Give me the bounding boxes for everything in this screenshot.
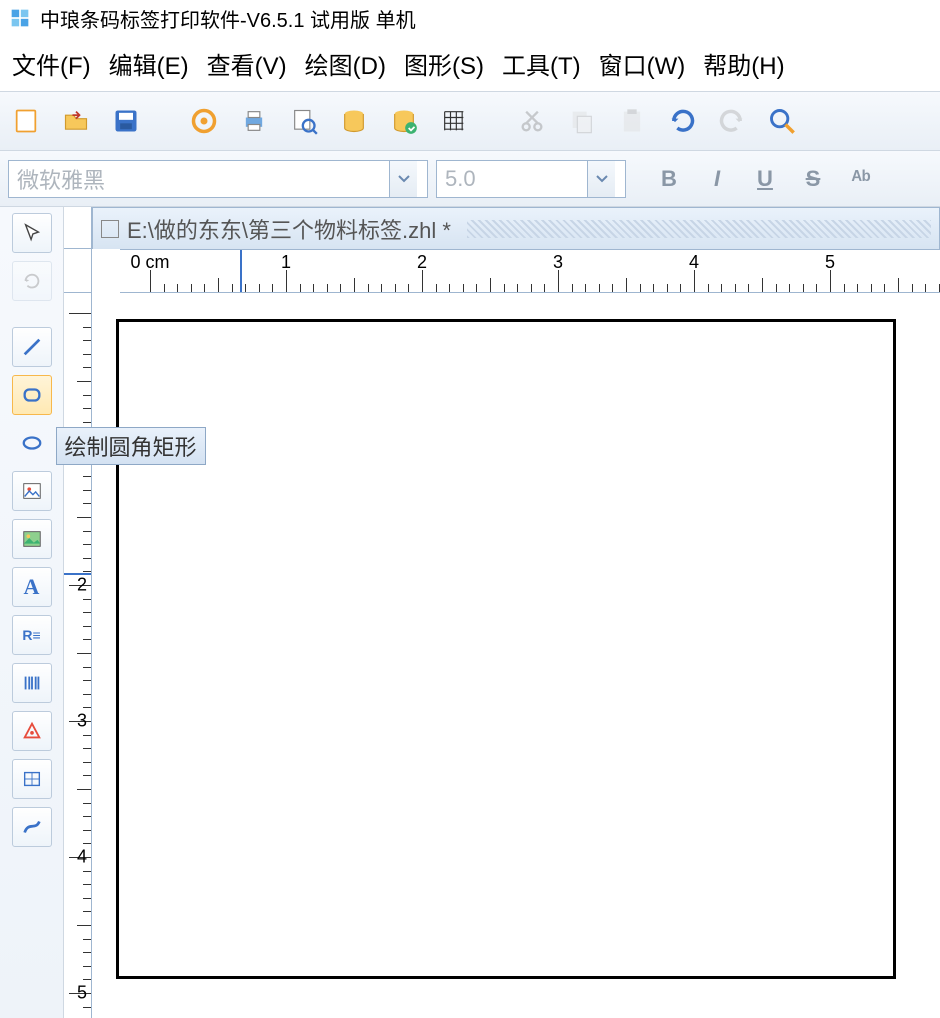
save-button[interactable] [108, 103, 144, 139]
menu-edit[interactable]: 编辑(E) [103, 44, 195, 83]
menu-shape[interactable]: 图形(S) [398, 44, 490, 83]
redo-button[interactable] [714, 103, 750, 139]
format-toolbar: B I U S ᴬᵇ [0, 151, 940, 207]
ellipse-tool[interactable]: 绘制圆角矩形 [12, 423, 52, 463]
menu-view[interactable]: 查看(V) [201, 44, 293, 83]
document-panel: E:\做的东东\第三个物料标签.zhl * 0 cm 12345 12345 [64, 207, 940, 1018]
bold-button[interactable]: B [654, 166, 684, 192]
curve-tool[interactable] [12, 807, 52, 847]
clear-format-button[interactable]: ᴬᵇ [846, 166, 876, 192]
menu-draw[interactable]: 绘图(D) [299, 44, 392, 83]
label-page[interactable] [116, 319, 896, 979]
font-name-input[interactable] [9, 164, 389, 194]
undo-button[interactable] [664, 103, 700, 139]
line-tool[interactable] [12, 327, 52, 367]
ruler-corner-row: E:\做的东东\第三个物料标签.zhl * [64, 207, 940, 249]
menu-bar: 文件(F) 编辑(E) 查看(V) 绘图(D) 图形(S) 工具(T) 窗口(W… [0, 36, 940, 91]
strike-button[interactable]: S [798, 166, 828, 192]
settings-button[interactable] [186, 103, 222, 139]
database-button[interactable] [336, 103, 372, 139]
document-tab[interactable]: E:\做的东东\第三个物料标签.zhl * [92, 207, 940, 249]
main-toolbar [0, 91, 940, 151]
picture-tool[interactable] [12, 519, 52, 559]
menu-file[interactable]: 文件(F) [6, 44, 97, 83]
underline-button[interactable]: U [750, 166, 780, 192]
richtext-tool[interactable]: R≡ [12, 615, 52, 655]
table-tool[interactable] [12, 759, 52, 799]
title-bar: 中琅条码标签打印软件-V6.5.1 试用版 单机 [0, 0, 940, 36]
font-size-combo[interactable] [436, 160, 626, 198]
horizontal-ruler[interactable]: 0 cm 12345 [120, 249, 940, 293]
font-name-drop-icon[interactable] [389, 161, 417, 197]
menu-help[interactable]: 帮助(H) [697, 44, 790, 83]
triangle-tool[interactable] [12, 711, 52, 751]
document-path: E:\做的东东\第三个物料标签.zhl * [127, 213, 451, 245]
menu-tool[interactable]: 工具(T) [496, 44, 587, 83]
print-button[interactable] [236, 103, 272, 139]
font-size-drop-icon[interactable] [587, 161, 615, 197]
image-tool[interactable] [12, 471, 52, 511]
barcode-tool[interactable] [12, 663, 52, 703]
font-name-combo[interactable] [8, 160, 428, 198]
menu-window[interactable]: 窗口(W) [593, 44, 692, 83]
paste-button[interactable] [614, 103, 650, 139]
open-button[interactable] [58, 103, 94, 139]
canvas[interactable] [92, 293, 940, 1018]
rounded-rect-tool[interactable] [12, 375, 52, 415]
app-icon [10, 8, 30, 28]
tab-filler [467, 220, 931, 238]
italic-button[interactable]: I [702, 166, 732, 192]
ruler-origin [64, 249, 92, 293]
font-size-input[interactable] [437, 164, 587, 194]
new-doc-button[interactable] [8, 103, 44, 139]
doc-tab-icon [101, 220, 119, 238]
print-preview-button[interactable] [286, 103, 322, 139]
text-style-group: B I U S ᴬᵇ [654, 166, 876, 192]
database-refresh-button[interactable] [386, 103, 422, 139]
drawing-toolbar: 绘制圆角矩形 A R≡ [0, 207, 64, 1018]
ruler-h-marker [240, 250, 242, 292]
work-area: 绘制圆角矩形 A R≡ E:\做的东东\第三个物料标签.zhl * 0 cm 1… [0, 207, 940, 1018]
cut-button[interactable] [514, 103, 550, 139]
select-tool[interactable] [12, 213, 52, 253]
grid-button[interactable] [436, 103, 472, 139]
ruler-corner [64, 207, 92, 249]
tooltip: 绘制圆角矩形 [56, 427, 206, 465]
zoom-button[interactable] [764, 103, 800, 139]
app-title: 中琅条码标签打印软件-V6.5.1 试用版 单机 [40, 4, 416, 33]
refresh-tool[interactable] [12, 261, 52, 301]
copy-button[interactable] [564, 103, 600, 139]
text-tool[interactable]: A [12, 567, 52, 607]
vertical-ruler[interactable]: 12345 [64, 293, 92, 1018]
